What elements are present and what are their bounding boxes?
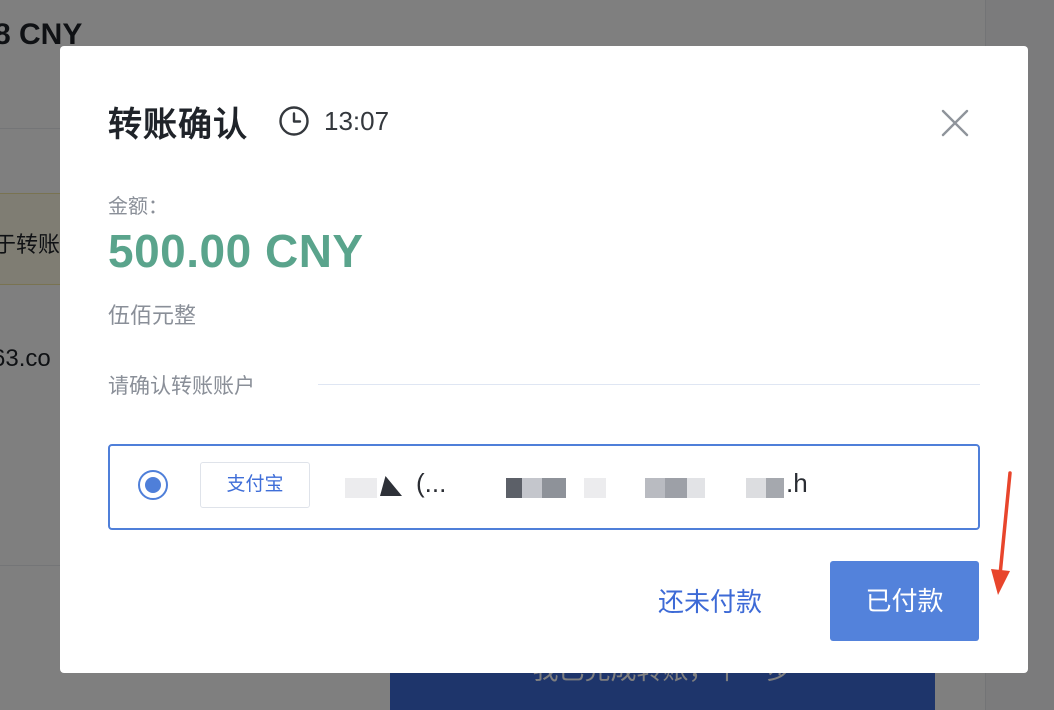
transfer-confirm-dialog: 转账确认 13:07 金额： 500.00 CNY 伍佰元整 请确认转账账户 支… [60,46,1028,673]
not-paid-button[interactable]: 还未付款 [630,564,790,644]
radio-selected-dot [145,477,161,493]
section-divider [318,384,980,385]
redacted-block [665,478,687,498]
redacted-block [687,478,705,498]
close-icon[interactable] [938,106,972,140]
amount-value: 500.00 CNY [108,225,364,277]
amount-in-words: 伍佰元整 [108,303,197,328]
account-option[interactable]: 支付宝 (... .h [108,444,980,530]
dialog-title: 转账确认 [108,105,248,144]
paid-button[interactable]: 已付款 [830,561,979,641]
clock-icon [278,105,310,137]
countdown-timer: 13:07 [324,105,390,136]
account-suffix: .h [786,468,808,498]
payment-method-tag: 支付宝 [200,462,310,508]
redacted-block [345,478,377,498]
redacted-block [645,478,665,498]
redacted-block [506,478,522,498]
account-section-label: 请确认转账账户 [108,375,255,398]
account-radio[interactable] [138,470,168,500]
account-section-header: 请确认转账账户 [108,370,980,400]
redacted-block [584,478,606,498]
account-name-partial: (... [416,468,447,498]
red-arrow-icon [991,471,1012,595]
dialog-header: 转账确认 13:07 [108,96,389,146]
redacted-block [542,478,566,498]
amount-label: 金额： [108,196,168,218]
redacted-block [766,478,784,498]
redacted-block [522,478,542,498]
redacted-block [746,478,766,498]
redacted-block [380,476,402,496]
